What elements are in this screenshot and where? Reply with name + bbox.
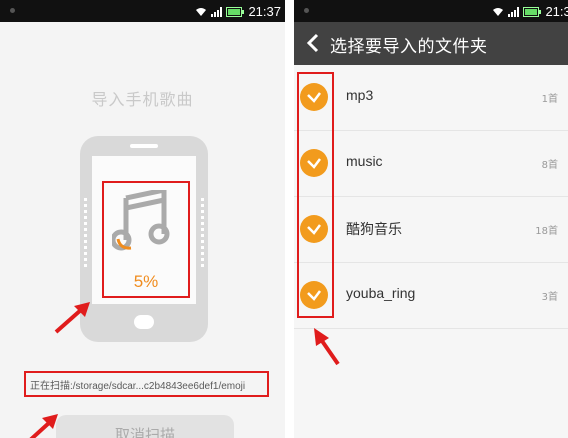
folder-song-count: 8首	[541, 160, 558, 171]
notification-dot	[304, 8, 309, 13]
folder-name: youba_ring	[346, 285, 416, 301]
folder-name: 酷狗音乐	[346, 221, 402, 237]
notification-dot	[10, 8, 15, 13]
status-icons: 21:38	[492, 4, 568, 19]
folder-song-count: 18首	[535, 226, 558, 237]
red-arrow-icon	[54, 302, 90, 334]
screen-divider	[285, 0, 294, 438]
folder-row[interactable]: mp3 1首	[294, 65, 568, 131]
highlight-box-progress	[102, 181, 190, 298]
page-title: 导入手机歌曲	[91, 90, 194, 109]
signal-icon	[211, 6, 223, 17]
battery-icon	[523, 6, 542, 17]
import-scan-screen: 21:37 导入手机歌曲 5% 正在扫描:/storage/sdcar...c2…	[0, 0, 285, 438]
folder-row[interactable]: music 8首	[294, 131, 568, 197]
phone-speaker	[130, 144, 158, 148]
highlight-box-checkboxes	[297, 72, 334, 318]
folder-select-screen: 21:38 选择要导入的文件夹 mp3 1首 music 8首 酷狗音乐	[294, 0, 568, 438]
status-bar: 21:38	[294, 0, 568, 22]
red-arrow-icon	[29, 414, 58, 438]
wifi-icon	[195, 7, 207, 17]
title-bar: 选择要导入的文件夹	[294, 22, 568, 65]
status-time: 21:38	[545, 4, 568, 19]
page-title: 选择要导入的文件夹	[330, 37, 488, 57]
folder-row[interactable]: 酷狗音乐 18首	[294, 197, 568, 263]
red-arrow-icon	[314, 328, 340, 366]
folder-row[interactable]: youba_ring 3首	[294, 263, 568, 329]
status-bar: 21:37	[0, 0, 285, 22]
folder-name: mp3	[346, 87, 374, 103]
back-arrow-icon[interactable]	[306, 33, 320, 53]
folder-song-count: 3首	[541, 292, 558, 303]
folder-song-count: 1首	[541, 94, 558, 105]
phone-home-button	[134, 315, 154, 329]
signal-icon	[508, 6, 520, 17]
folder-list: mp3 1首 music 8首 酷狗音乐 18首 youba_ring 3首	[294, 65, 568, 329]
phone-dots-left	[84, 198, 87, 268]
cancel-scan-button[interactable]: 取消扫描	[56, 415, 234, 438]
status-time: 21:37	[248, 4, 281, 19]
phone-dots-right	[201, 198, 204, 268]
battery-icon	[226, 6, 245, 17]
wifi-icon	[492, 7, 504, 17]
folder-name: music	[346, 153, 383, 169]
status-icons: 21:37	[195, 4, 281, 19]
scan-path-text: 正在扫描:/storage/sdcar...c2b4843ee6def1/emo…	[30, 381, 246, 392]
